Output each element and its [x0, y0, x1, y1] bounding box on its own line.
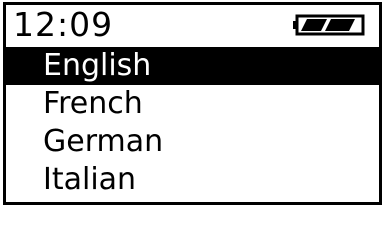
- clock-time: 12:09: [13, 5, 114, 44]
- menu-item-label: French: [43, 86, 143, 121]
- menu-item-label: Italian: [43, 162, 137, 197]
- menu-item-french[interactable]: French: [6, 85, 379, 123]
- menu-item-italian[interactable]: Italian: [6, 161, 379, 199]
- menu-item-label: English: [43, 48, 152, 83]
- battery-full-icon: [293, 14, 365, 36]
- language-menu: English French German Italian: [6, 47, 379, 199]
- status-bar: 12:09: [6, 5, 379, 45]
- menu-item-german[interactable]: German: [6, 123, 379, 161]
- menu-item-label: German: [43, 124, 164, 159]
- menu-item-english[interactable]: English: [6, 47, 379, 85]
- lcd-screen: 12:09 English French German Italian: [3, 2, 382, 205]
